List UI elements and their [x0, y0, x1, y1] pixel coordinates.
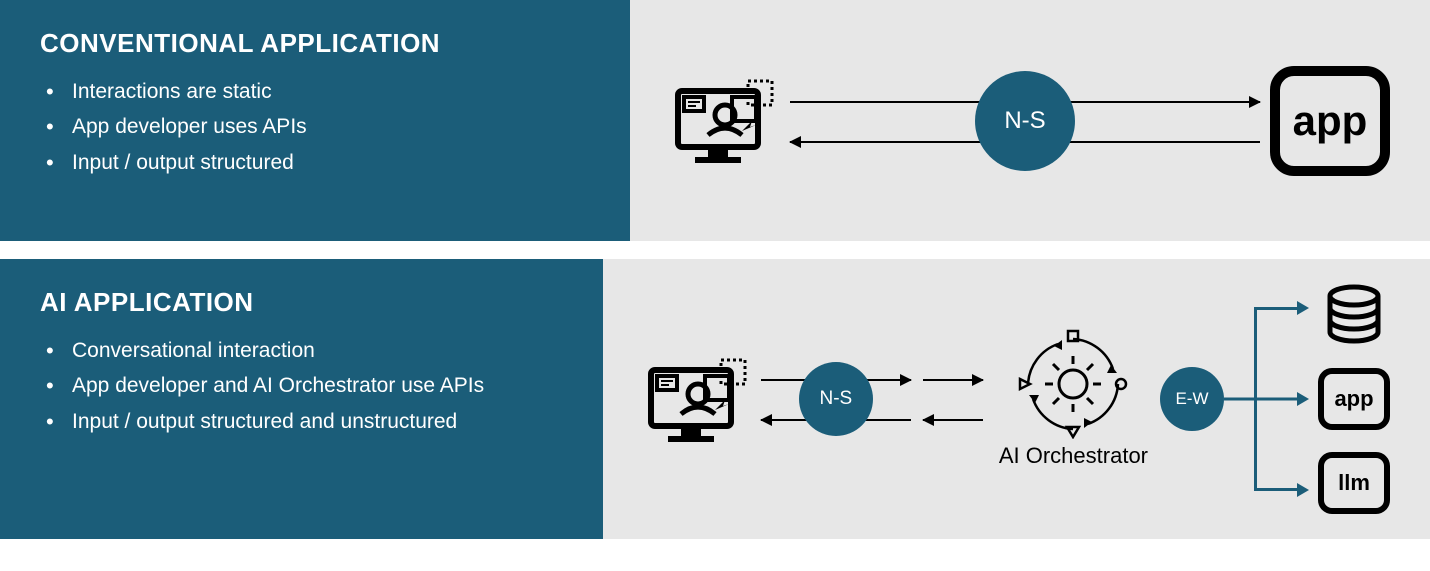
row-ai: AI APPLICATION Conversational interactio…	[0, 259, 1430, 539]
orchestrator-gear-icon	[1018, 329, 1128, 439]
diagram-ai: N-S	[603, 259, 1430, 539]
diagram-conventional: N-S app	[630, 0, 1430, 241]
database-icon	[1323, 284, 1385, 346]
bullet-item: Input / output structured	[40, 148, 590, 177]
bullets-conventional: Interactions are static App developer us…	[40, 77, 590, 177]
bullets-ai: Conversational interaction App developer…	[40, 336, 563, 436]
ns-badge: N-S	[975, 71, 1075, 171]
user-computer-icon	[643, 352, 753, 447]
target-stack: app llm	[1318, 284, 1390, 514]
bidirectional-arrows-short	[923, 349, 983, 449]
ns-badge: N-S	[799, 362, 873, 436]
orchestrator-label: AI Orchestrator	[999, 443, 1148, 469]
bullet-item: Interactions are static	[40, 77, 590, 106]
text-panel-ai: AI APPLICATION Conversational interactio…	[0, 259, 603, 539]
fanout-connector	[1224, 289, 1314, 509]
bullet-item: App developer and AI Orchestrator use AP…	[40, 371, 563, 400]
bidirectional-arrows: N-S	[761, 349, 911, 449]
title-conventional: CONVENTIONAL APPLICATION	[40, 28, 590, 59]
bullet-item: App developer uses APIs	[40, 112, 590, 141]
row-conventional: CONVENTIONAL APPLICATION Interactions ar…	[0, 0, 1430, 241]
app-box: app	[1270, 66, 1390, 176]
bidirectional-arrows: N-S	[790, 71, 1260, 171]
orchestrator-block: AI Orchestrator	[999, 329, 1148, 469]
ew-badge: E-W	[1160, 367, 1224, 431]
title-ai: AI APPLICATION	[40, 287, 563, 318]
app-box-small: app	[1318, 368, 1390, 430]
text-panel-conventional: CONVENTIONAL APPLICATION Interactions ar…	[0, 0, 630, 241]
bullet-item: Input / output structured and unstructur…	[40, 407, 563, 436]
user-computer-icon	[670, 73, 780, 168]
llm-box: llm	[1318, 452, 1390, 514]
bullet-item: Conversational interaction	[40, 336, 563, 365]
